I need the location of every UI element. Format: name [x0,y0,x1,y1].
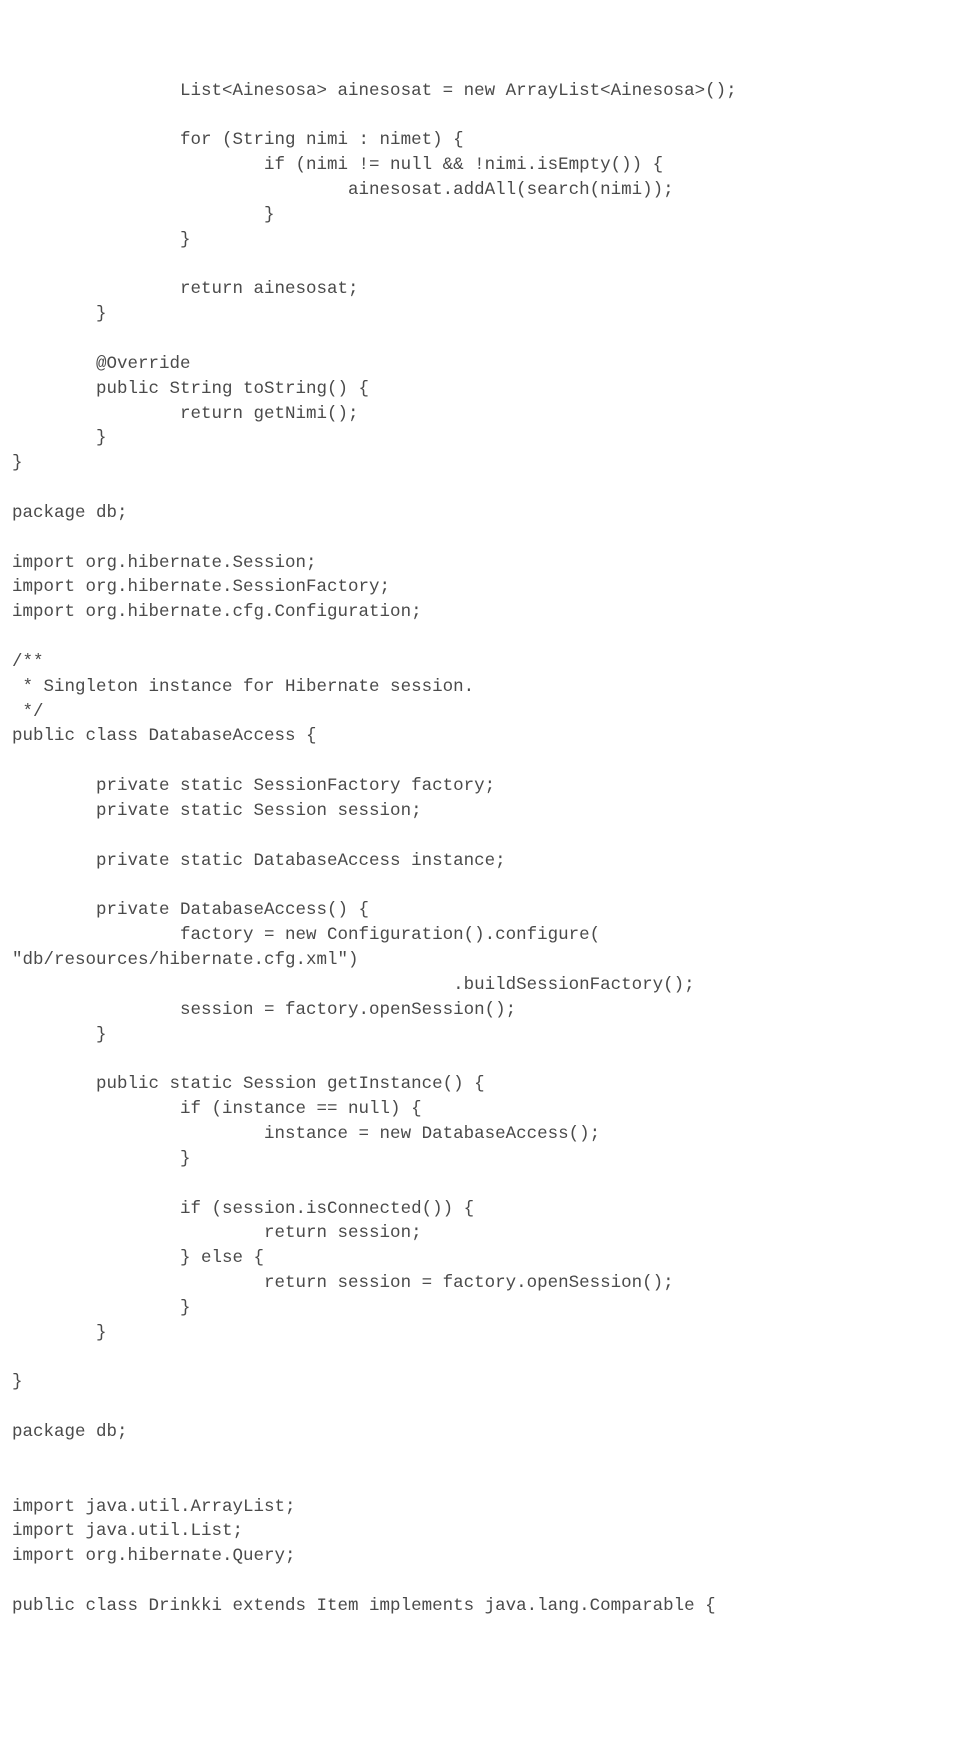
code-block: List<Ainesosa> ainesosat = new ArrayList… [12,79,960,1619]
code-content: List<Ainesosa> ainesosat = new ArrayList… [12,81,737,1616]
